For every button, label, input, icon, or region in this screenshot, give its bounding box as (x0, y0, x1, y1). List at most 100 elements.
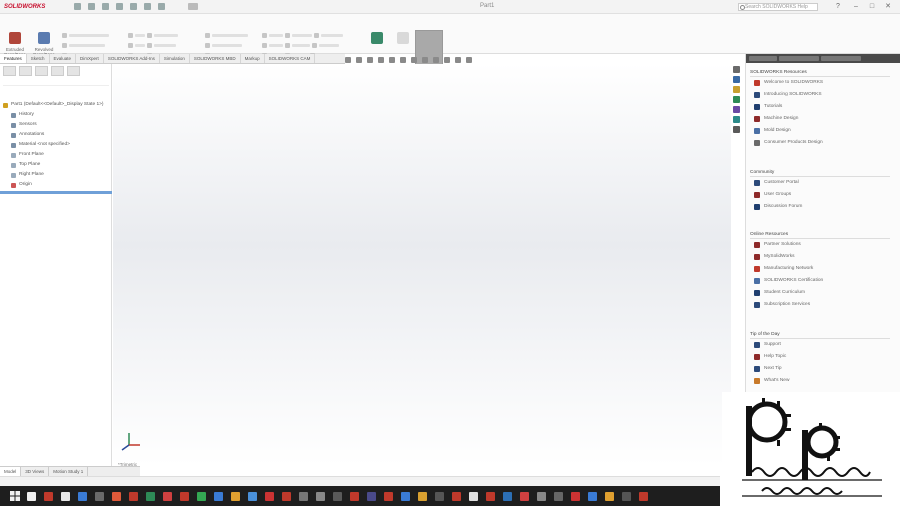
display-manager-tab[interactable] (67, 66, 80, 76)
appearances-tab-icon[interactable] (733, 106, 740, 113)
taskbar-app-button[interactable] (312, 486, 329, 506)
tab-addins[interactable]: SOLIDWORKS Add-Ins (104, 54, 160, 63)
realview-icon[interactable] (466, 57, 472, 63)
save-icon[interactable] (102, 3, 109, 10)
taskbar-app-button[interactable] (74, 486, 91, 506)
resource-link[interactable]: Tutorials (750, 101, 890, 113)
online-link[interactable]: Subscription Services (750, 299, 890, 311)
taskbar-app-button[interactable] (601, 486, 618, 506)
tab-dimxpert[interactable]: DimXpert (76, 54, 104, 63)
edit-appearance-icon[interactable] (433, 57, 439, 63)
taskbar-app-button[interactable] (329, 486, 346, 506)
display-style-icon[interactable] (411, 57, 417, 63)
tree-item-annotations[interactable]: Annotations (11, 131, 44, 139)
tab-features[interactable]: Features (0, 54, 27, 63)
print-icon[interactable] (116, 3, 123, 10)
online-link[interactable]: Partner Solutions (750, 239, 890, 251)
tab-3d-views[interactable]: 3D Views (21, 467, 50, 476)
fillet-tool[interactable] (205, 32, 255, 39)
tree-item-history[interactable]: History (11, 111, 34, 119)
zoom-to-fit-icon[interactable] (345, 57, 351, 63)
tree-item-right-plane[interactable]: Right Plane (11, 171, 44, 179)
tip-link[interactable]: Help Topic (750, 351, 890, 363)
maximize-button[interactable]: □ (868, 3, 876, 11)
configuration-manager-tab[interactable] (35, 66, 48, 76)
taskbar-app-button[interactable] (210, 486, 227, 506)
taskbar-app-button[interactable] (431, 486, 448, 506)
tree-item-sensors[interactable]: Sensors (11, 121, 37, 129)
tab-sketch[interactable]: Sketch (27, 54, 50, 63)
previous-view-icon[interactable] (367, 57, 373, 63)
taskbar-app-button[interactable] (499, 486, 516, 506)
taskbar-app-button[interactable] (414, 486, 431, 506)
tab-mbd[interactable]: SOLIDWORKS MBD (190, 54, 241, 63)
open-icon[interactable] (88, 3, 95, 10)
options-icon[interactable] (188, 3, 198, 10)
tab-cam[interactable]: SOLIDWORKS CAM (265, 54, 316, 63)
view-settings-icon[interactable] (455, 57, 461, 63)
online-link[interactable]: SOLIDWORKS Certification (750, 275, 890, 287)
extruded-cut-tool[interactable] (128, 32, 198, 39)
back-icon[interactable] (779, 56, 819, 61)
resource-link[interactable]: Mold Design (750, 125, 890, 137)
linear-pattern-tool[interactable] (205, 42, 255, 49)
tree-item-origin[interactable]: Origin (11, 181, 32, 189)
taskbar-app-button[interactable] (363, 486, 380, 506)
help-button[interactable]: ? (834, 3, 842, 11)
hide-show-icon[interactable] (422, 57, 428, 63)
tip-link[interactable]: Next Tip (750, 363, 890, 375)
rebuild-icon[interactable] (158, 3, 165, 10)
online-link[interactable]: MySolidWorks (750, 251, 890, 263)
solidworks-logo[interactable]: SOLIDWORKS (4, 2, 70, 12)
design-library-tab-icon[interactable] (733, 76, 740, 83)
taskbar-app-button[interactable] (142, 486, 159, 506)
taskbar-app-button[interactable] (23, 486, 40, 506)
lofted-boss-tool[interactable] (62, 42, 122, 49)
tab-model[interactable]: Model (0, 467, 22, 476)
rollback-bar[interactable] (0, 191, 112, 194)
feature-tree-tab[interactable] (3, 66, 16, 76)
property-manager-tab[interactable] (19, 66, 32, 76)
revolved-cut-tool[interactable] (128, 42, 198, 49)
tab-markup[interactable]: Markup (241, 54, 265, 63)
resource-link[interactable]: Welcome to SOLIDWORKS (750, 77, 890, 89)
dynamic-annotation-icon[interactable] (389, 57, 395, 63)
tree-item-material[interactable]: Material <not specified> (11, 141, 70, 149)
taskbar-app-button[interactable] (397, 486, 414, 506)
resource-link[interactable]: Machine Design (750, 113, 890, 125)
file-explorer-tab-icon[interactable] (733, 86, 740, 93)
tab-motion-study[interactable]: Motion Study 1 (49, 467, 89, 476)
community-link[interactable]: Customer Portal (750, 177, 890, 189)
taskbar-app-button[interactable] (176, 486, 193, 506)
taskbar-app-button[interactable] (448, 486, 465, 506)
view-orientation-icon[interactable] (400, 57, 406, 63)
taskbar-app-button[interactable] (618, 486, 635, 506)
taskbar-app-button[interactable] (244, 486, 261, 506)
zoom-area-icon[interactable] (356, 57, 362, 63)
swept-boss-tool[interactable] (62, 32, 122, 39)
view-palette-tab-icon[interactable] (733, 96, 740, 103)
taskbar-app-button[interactable] (635, 486, 652, 506)
online-link[interactable]: Manufacturing Network (750, 263, 890, 275)
taskbar-app-button[interactable] (346, 486, 363, 506)
tip-link[interactable]: What's New (750, 375, 890, 387)
resource-link[interactable]: Consumer Products Design (750, 137, 890, 149)
taskbar-app-button[interactable] (516, 486, 533, 506)
resource-link[interactable]: Introducing SOLIDWORKS (750, 89, 890, 101)
taskbar-app-button[interactable] (57, 486, 74, 506)
new-document-icon[interactable] (74, 3, 81, 10)
home-icon[interactable] (749, 56, 777, 61)
resources-tab-icon[interactable] (733, 66, 740, 73)
dimxpert-manager-tab[interactable] (51, 66, 64, 76)
taskbar-app-button[interactable] (261, 486, 278, 506)
minimize-button[interactable]: – (852, 3, 860, 11)
graphics-area[interactable] (113, 64, 731, 466)
tree-filter[interactable] (3, 78, 109, 86)
community-link[interactable]: User Groups (750, 189, 890, 201)
taskbar-app-button[interactable] (193, 486, 210, 506)
taskbar-app-button[interactable] (550, 486, 567, 506)
tree-item-front-plane[interactable]: Front Plane (11, 151, 44, 159)
online-link[interactable]: Student Curriculum (750, 287, 890, 299)
tab-simulation[interactable]: Simulation (160, 54, 190, 63)
tip-link[interactable]: Support (750, 339, 890, 351)
